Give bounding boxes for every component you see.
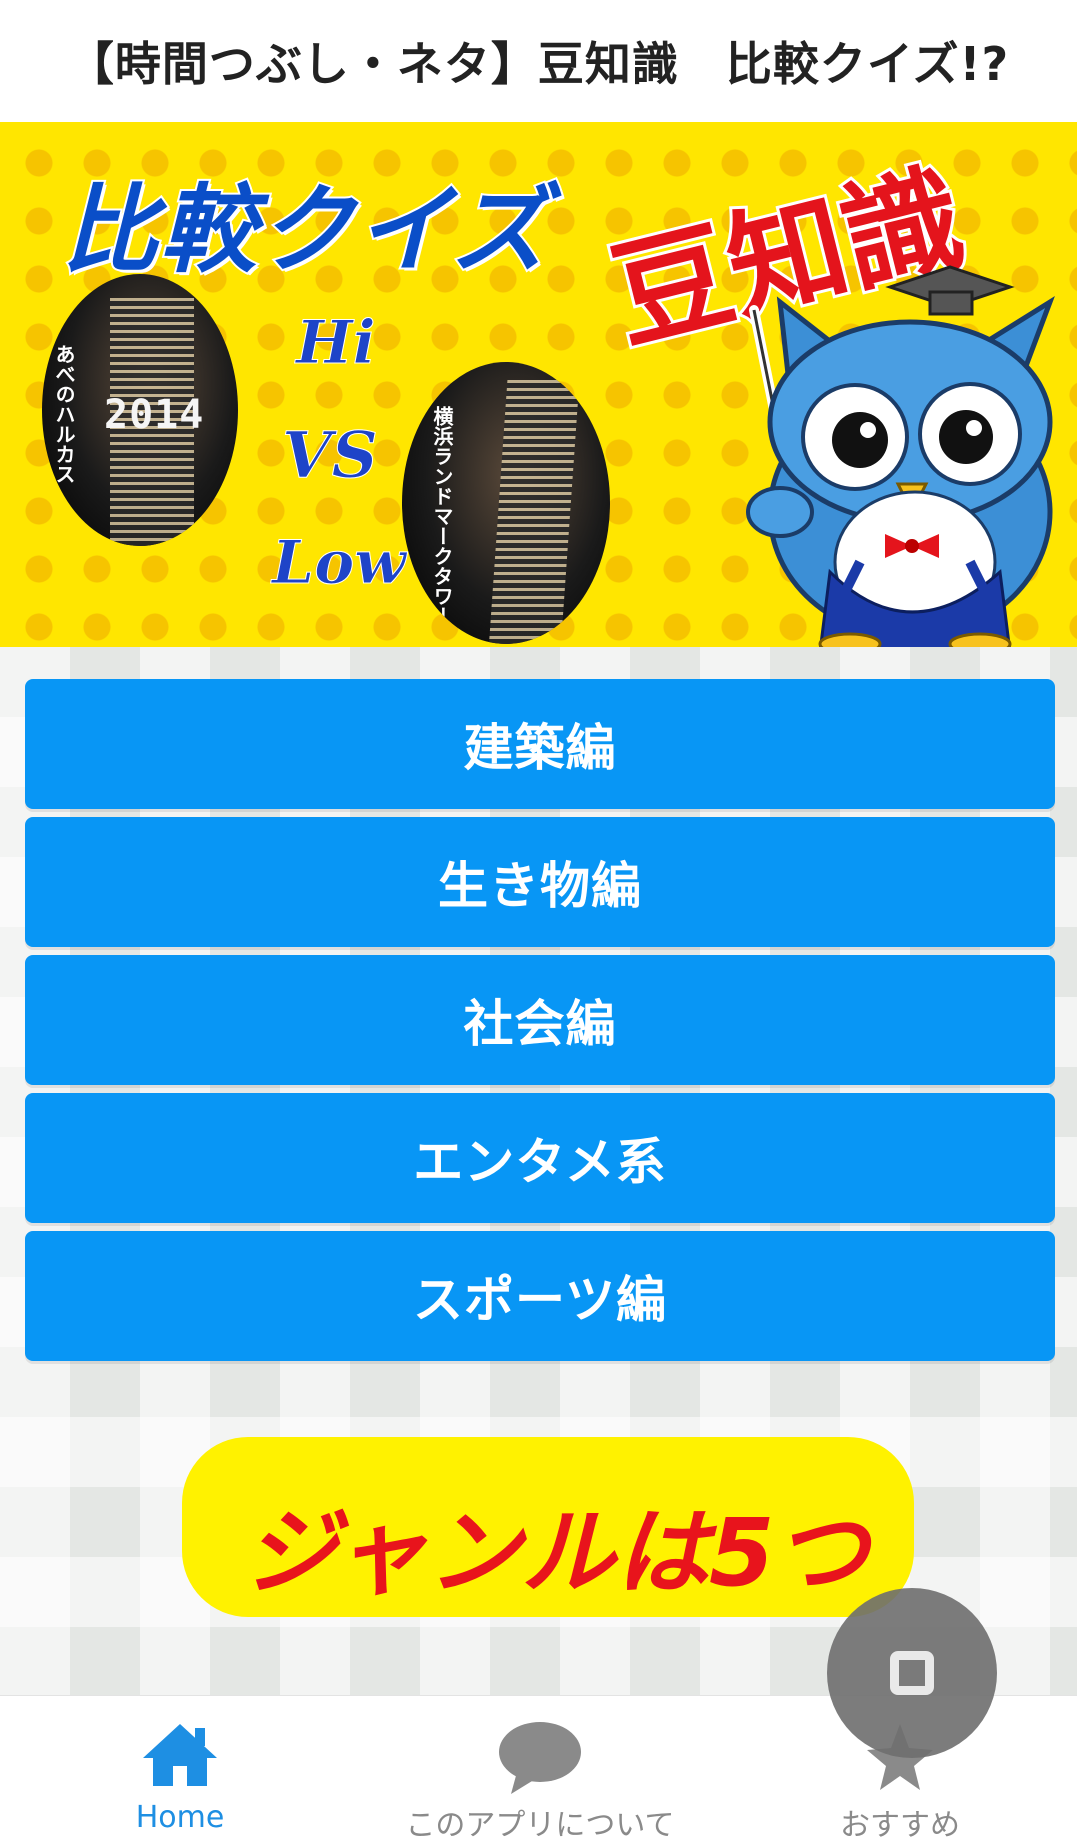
app-title: 【時間つぶし・ネタ】豆知識 比較クイズ!? xyxy=(67,37,1010,91)
nav-label-recommended: おすすめ xyxy=(840,1808,960,1842)
genre-list: 建築編 生き物編 社会編 エンタメ系 スポーツ編 xyxy=(25,679,1055,1369)
nav-label-about: このアプリについて xyxy=(405,1808,675,1842)
genre-button-creatures[interactable]: 生き物編 xyxy=(25,817,1055,947)
genre-button-entertainment[interactable]: エンタメ系 xyxy=(25,1093,1055,1223)
banner-title: 比較クイズ xyxy=(60,172,550,288)
promo-text: ジャンルは5つ xyxy=(243,1499,869,1608)
square-stop-icon xyxy=(890,1651,934,1695)
building-number: 2014 xyxy=(104,392,205,438)
nav-item-about[interactable]: このアプリについて xyxy=(380,1696,700,1842)
tower-graphic xyxy=(488,380,580,644)
genre-button-society[interactable]: 社会編 xyxy=(25,955,1055,1085)
right-photo-label: 横浜ランドマークタワー xyxy=(430,406,454,626)
main-content: 建築編 生き物編 社会編 エンタメ系 スポーツ編 ジャンルは5つ xyxy=(0,647,1077,1695)
abeno-harukas-photo: 2014 あべのハルカス xyxy=(42,274,238,546)
genre-button-architecture[interactable]: 建築編 xyxy=(25,679,1055,809)
vs-label: VS xyxy=(282,418,379,494)
home-icon xyxy=(143,1724,217,1786)
app-header: 【時間つぶし・ネタ】豆知識 比較クイズ!? xyxy=(0,0,1077,122)
floating-action-button[interactable] xyxy=(827,1588,997,1758)
owl-mascot-icon xyxy=(746,265,1055,647)
hi-label: Hi xyxy=(295,308,376,379)
landmark-tower-photo: 横浜ランドマークタワー xyxy=(402,362,610,644)
genre-button-sports[interactable]: スポーツ編 xyxy=(25,1231,1055,1361)
nav-item-home[interactable]: Home xyxy=(90,1696,270,1842)
nav-label-home: Home xyxy=(135,1800,225,1835)
hero-banner: 比較クイズ 豆知識 2014 あべのハルカス Hi VS Low 横浜ランドマー… xyxy=(0,122,1077,647)
promo-banner: ジャンルは5つ xyxy=(188,1443,908,1611)
low-label: Low xyxy=(272,528,407,599)
left-photo-label: あべのハルカス xyxy=(52,344,76,484)
speech-bubble-icon xyxy=(499,1722,581,1794)
